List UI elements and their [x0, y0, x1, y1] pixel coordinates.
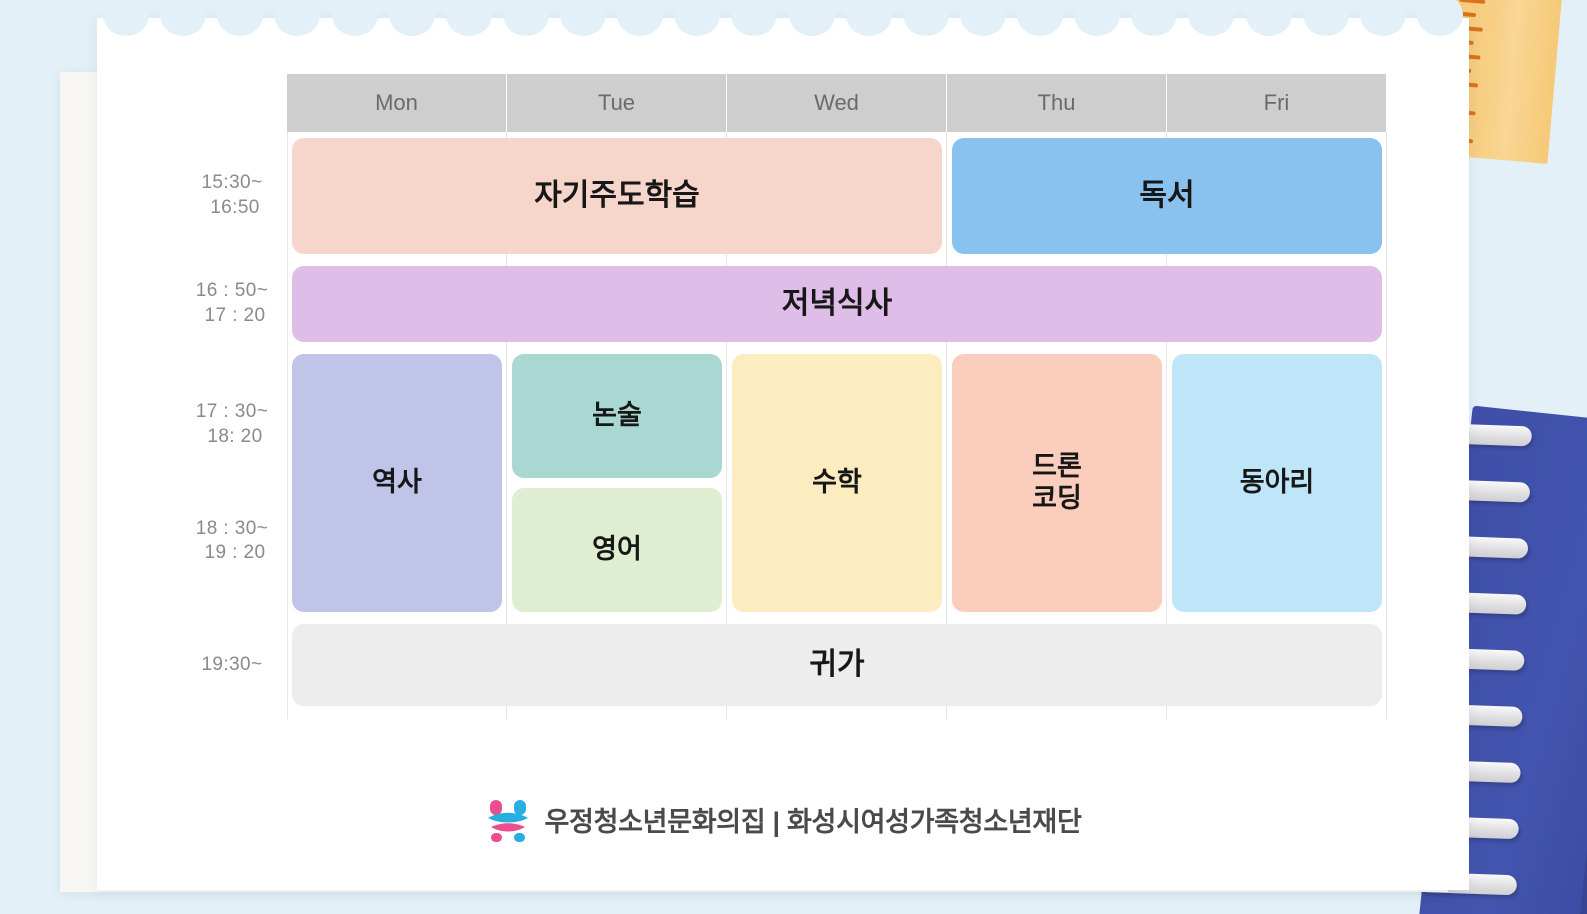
ruler-tick: [1459, 0, 1486, 4]
ruler-tick: [1457, 11, 1477, 18]
day-header-tue: Tue: [507, 74, 727, 132]
day-header-thu: Thu: [947, 74, 1167, 132]
class-block-역사[interactable]: 역사: [292, 354, 502, 612]
time-label-line1: 17 : 30~: [195, 401, 269, 422]
time-label-line1: 19:30~: [201, 653, 263, 675]
time-label-line1: 15:30~: [201, 172, 263, 194]
time-label-line2: 18: 20: [207, 425, 263, 447]
footer-brand: 우정청소년문화의집 | 화성시여성가족청소년재단: [97, 796, 1469, 842]
time-label-4: 18 : 30~ 19 : 20: [177, 517, 287, 618]
organization-logo-icon: [485, 796, 531, 842]
timetable-slot: 역사: [287, 348, 507, 618]
timetable: Mon Tue Wed Thu Fri 15:30~ 16:50 16 : 50~ 17 : 2…: [177, 74, 1387, 764]
time-label-1: 15:30~ 16:50: [177, 132, 287, 260]
class-block-드론-코딩[interactable]: 드론 코딩: [952, 354, 1162, 612]
day-header-fri: Fri: [1167, 74, 1387, 132]
scalloped-top-edge: [97, 0, 1469, 48]
time-label-line2: 16:50: [210, 197, 260, 218]
timetable-slot: 독서: [947, 132, 1387, 260]
timetable-slot: 자기주도학습: [287, 132, 947, 260]
timetable-card: Mon Tue Wed Thu Fri 15:30~ 16:50 16 : 50~ 17 : 2…: [97, 0, 1469, 890]
time-label-2: 16 : 50~ 17 : 20: [177, 260, 287, 348]
class-block-저녁식사[interactable]: 저녁식사: [292, 266, 1382, 342]
day-header-mon: Mon: [287, 74, 507, 132]
class-block-동아리[interactable]: 동아리: [1172, 354, 1382, 612]
time-label-line2: 17 : 20: [204, 305, 266, 326]
organization-name: 우정청소년문화의집 | 화성시여성가족청소년재단: [544, 806, 1082, 837]
time-label-5: 19:30~: [177, 618, 287, 712]
timetable-slot: 논술 영어: [507, 348, 727, 618]
timetable-grid: Mon Tue Wed Thu Fri 15:30~ 16:50 16 : 50~ 17 : 2…: [177, 74, 1387, 764]
class-block-수학[interactable]: 수학: [732, 354, 942, 612]
timetable-slot: 수학: [727, 348, 947, 618]
time-label-line1: 18 : 30~: [195, 517, 269, 539]
time-label-line2: 19 : 20: [204, 542, 266, 564]
timetable-slot: 드론 코딩: [947, 348, 1167, 618]
class-block-영어[interactable]: 영어: [512, 488, 722, 612]
class-block-독서[interactable]: 독서: [952, 138, 1382, 254]
class-block-논술[interactable]: 논술: [512, 354, 722, 478]
time-label-line1: 16 : 50~: [195, 280, 269, 302]
time-label-3: 17 : 30~ 18: 20: [177, 348, 287, 449]
class-block-자기주도학습[interactable]: 자기주도학습: [292, 138, 942, 254]
timetable-corner-cell: [177, 74, 287, 132]
class-block-귀가[interactable]: 귀가: [292, 624, 1382, 706]
timetable-slot: 귀가: [287, 618, 1387, 712]
timetable-slot: 동아리: [1167, 348, 1387, 618]
timetable-slot: 저녁식사: [287, 260, 1387, 348]
day-header-wed: Wed: [727, 74, 947, 132]
